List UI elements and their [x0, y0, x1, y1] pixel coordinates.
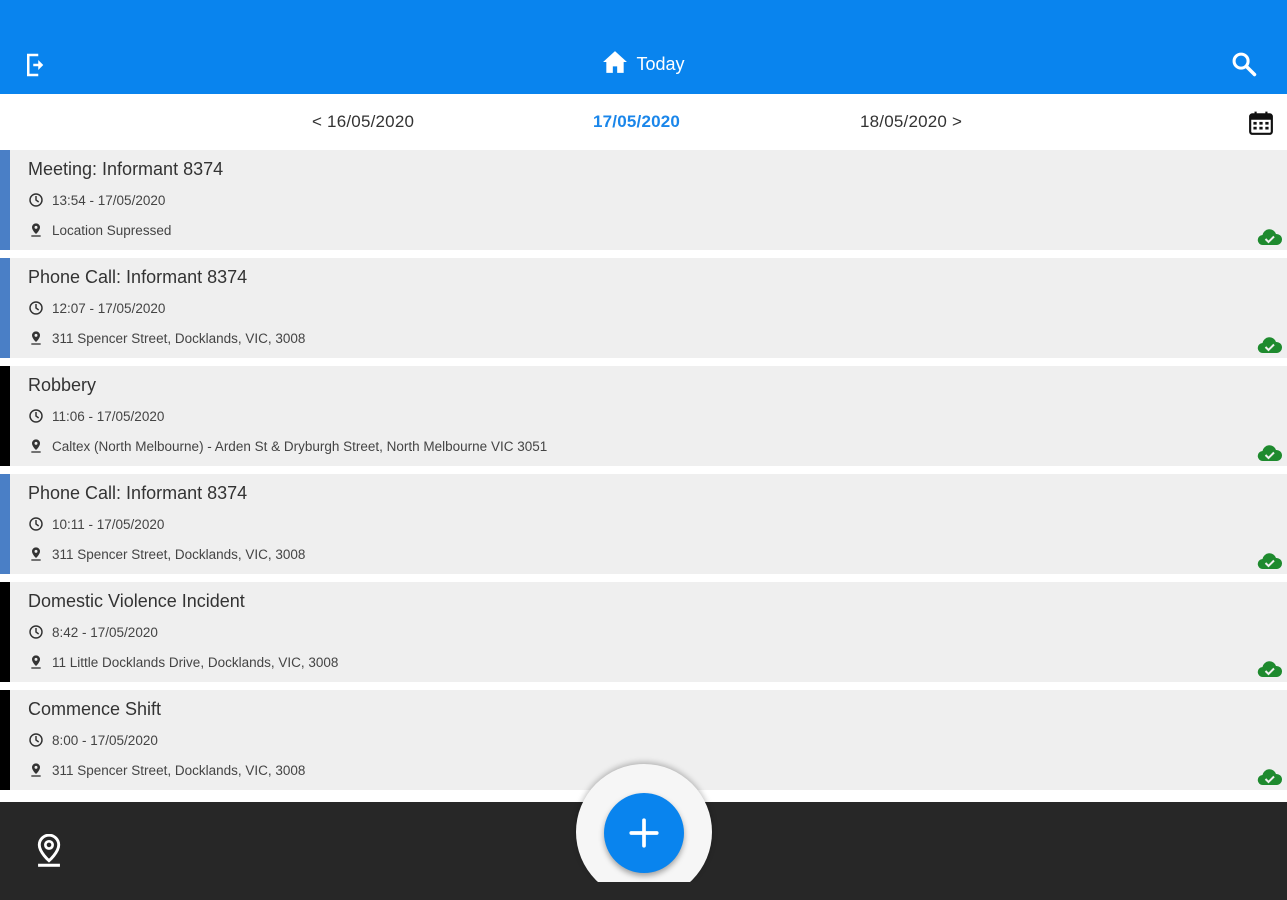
map-pin-icon: [31, 547, 41, 561]
fab-halo-base: [560, 882, 730, 900]
entry-title: Phone Call: Informant 8374: [28, 267, 248, 287]
map-pin-icon: [31, 763, 41, 777]
map-pin-icon[interactable]: [34, 834, 64, 868]
clock-icon: [29, 193, 43, 207]
clock-icon: [29, 301, 43, 315]
entry-time: 8:00 - 17/05/2020: [28, 732, 158, 748]
entry-location: 311 Spencer Street, Docklands, VIC, 3008: [28, 546, 305, 562]
entry-location-text: Caltex (North Melbourne) - Arden St & Dr…: [52, 438, 548, 454]
entry-list: Meeting: Informant 8374 13:54 - 17/05/20…: [0, 150, 1287, 798]
entry-location: 311 Spencer Street, Docklands, VIC, 3008: [28, 762, 305, 778]
list-item[interactable]: Meeting: Informant 8374 13:54 - 17/05/20…: [0, 150, 1287, 250]
clock-icon: [29, 625, 43, 639]
entry-time: 8:42 - 17/05/2020: [28, 624, 158, 640]
entry-location: Caltex (North Melbourne) - Arden St & Dr…: [28, 438, 547, 454]
entry-time-text: 10:11 - 17/05/2020: [52, 516, 165, 532]
next-date-button[interactable]: 18/05/2020 >: [860, 112, 962, 132]
entry-location-text: 311 Spencer Street, Docklands, VIC, 3008: [52, 330, 306, 346]
date-navigation: < 16/05/2020 17/05/2020 18/05/2020 >: [0, 94, 1287, 150]
map-pin-icon: [31, 439, 41, 453]
entry-time: 11:06 - 17/05/2020: [28, 408, 164, 424]
cloud-synced-icon: [1257, 445, 1283, 462]
entry-title: Meeting: Informant 8374: [28, 159, 224, 179]
entry-time-text: 13:54 - 17/05/2020: [52, 192, 166, 208]
add-entry-button[interactable]: [604, 793, 684, 873]
entry-location-text: 11 Little Docklands Drive, Docklands, VI…: [52, 654, 339, 670]
entry-location-text: Location Supressed: [52, 222, 172, 238]
entry-time-text: 8:00 - 17/05/2020: [52, 732, 158, 748]
entry-title: Robbery: [28, 375, 97, 395]
entry-location: Location Supressed: [28, 222, 171, 238]
previous-date-button[interactable]: < 16/05/2020: [312, 112, 414, 132]
list-item[interactable]: Phone Call: Informant 8374 12:07 - 17/05…: [0, 258, 1287, 358]
cloud-synced-icon: [1257, 337, 1283, 354]
entry-title: Phone Call: Informant 8374: [28, 483, 248, 503]
list-item[interactable]: Domestic Violence Incident 8:42 - 17/05/…: [0, 582, 1287, 682]
app-bar: Today: [0, 0, 1287, 94]
calendar-icon[interactable]: [1248, 110, 1274, 136]
entry-time: 13:54 - 17/05/2020: [28, 192, 165, 208]
entry-location-text: 311 Spencer Street, Docklands, VIC, 3008: [52, 546, 306, 562]
entry-time: 12:07 - 17/05/2020: [28, 300, 165, 316]
list-item[interactable]: Robbery 11:06 - 17/05/2020 Caltex (North…: [0, 366, 1287, 466]
plus-icon: [629, 818, 659, 848]
entry-title: Domestic Violence Incident: [28, 591, 245, 611]
entry-location: 311 Spencer Street, Docklands, VIC, 3008: [28, 330, 305, 346]
current-date[interactable]: 17/05/2020: [593, 112, 680, 132]
clock-icon: [29, 733, 43, 747]
map-pin-icon: [31, 655, 41, 669]
entry-time: 10:11 - 17/05/2020: [28, 516, 164, 532]
entry-time-text: 8:42 - 17/05/2020: [52, 624, 158, 640]
entry-time-text: 11:06 - 17/05/2020: [52, 408, 165, 424]
entry-location-text: 311 Spencer Street, Docklands, VIC, 3008: [52, 762, 306, 778]
entry-time-text: 12:07 - 17/05/2020: [52, 300, 166, 316]
cloud-synced-icon: [1257, 229, 1283, 246]
page-title-text: Today: [636, 54, 685, 74]
map-pin-icon: [31, 331, 41, 345]
map-pin-icon: [31, 223, 41, 237]
list-item[interactable]: Phone Call: Informant 8374 10:11 - 17/05…: [0, 474, 1287, 574]
cloud-synced-icon: [1257, 769, 1283, 786]
entry-title: Commence Shift: [28, 699, 162, 719]
clock-icon: [29, 409, 43, 423]
search-icon[interactable]: [1230, 50, 1258, 78]
cloud-synced-icon: [1257, 661, 1283, 678]
cloud-synced-icon: [1257, 553, 1283, 570]
page-title: Today: [0, 50, 1287, 78]
entry-location: 11 Little Docklands Drive, Docklands, VI…: [28, 654, 338, 670]
home-icon: [603, 51, 628, 73]
clock-icon: [29, 517, 43, 531]
